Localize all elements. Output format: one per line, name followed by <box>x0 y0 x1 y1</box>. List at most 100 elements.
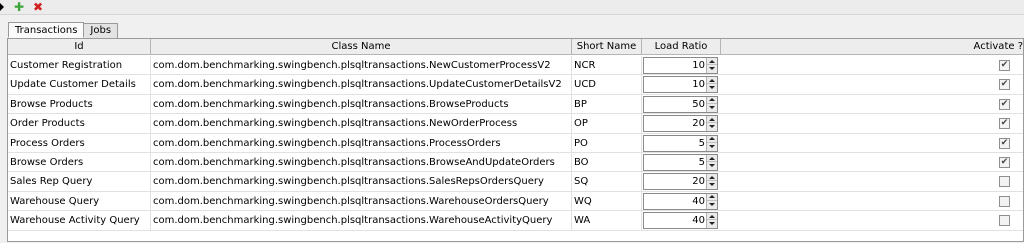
activate-checkbox[interactable] <box>999 195 1010 207</box>
column-header-id[interactable]: Id <box>8 39 151 55</box>
cell-short-name[interactable]: UCD <box>572 75 642 95</box>
load-ratio-value[interactable]: 20 <box>692 116 705 131</box>
table-row[interactable]: Warehouse Activity Query com.dom.benchmar… <box>8 211 1023 231</box>
spinner-down-icon[interactable] <box>707 162 717 169</box>
table-row[interactable]: Warehouse Query com.dom.benchmarking.swin… <box>8 191 1023 212</box>
plus-icon[interactable]: ✚ <box>13 1 25 13</box>
cell-class-name[interactable]: com.dom.benchmarking.swingbench.plsqltra… <box>151 211 572 231</box>
cell-short-name[interactable]: BP <box>572 94 642 114</box>
column-header-load-ratio[interactable]: Load Ratio <box>642 39 721 55</box>
table-row[interactable]: Browse Products com.dom.benchmarking.swin… <box>8 94 1023 115</box>
cell-short-name[interactable]: OP <box>572 114 642 134</box>
column-header-short-name[interactable]: Short Name <box>572 39 642 55</box>
spinner-up-icon[interactable] <box>707 155 717 162</box>
load-ratio-value[interactable]: 50 <box>692 97 705 112</box>
spinner-down-icon[interactable] <box>707 65 717 72</box>
spinner-up-icon[interactable] <box>707 136 717 143</box>
activate-checkbox[interactable]: ✔ <box>999 60 1010 71</box>
spinner-down-icon[interactable] <box>707 201 717 208</box>
load-ratio-spinner[interactable]: 50 <box>643 95 718 113</box>
table-row[interactable]: Browse Orders com.dom.benchmarking.swingb… <box>8 153 1023 173</box>
load-ratio-value[interactable]: 5 <box>699 136 705 151</box>
spinner-buttons <box>706 155 717 170</box>
load-ratio-spinner[interactable]: 20 <box>643 173 718 191</box>
load-ratio-spinner[interactable]: 40 <box>643 192 718 210</box>
cell-class-name[interactable]: com.dom.benchmarking.swingbench.plsqltra… <box>151 75 572 95</box>
cell-id[interactable]: Browse Products <box>8 94 151 114</box>
cell-class-name[interactable]: com.dom.benchmarking.swingbench.plsqltra… <box>151 94 572 114</box>
cell-class-name[interactable]: com.dom.benchmarking.swingbench.plsqltra… <box>151 133 572 153</box>
cell-id[interactable]: Warehouse Query <box>8 191 151 211</box>
cell-class-name[interactable]: com.dom.benchmarking.swingbench.plsqltra… <box>151 56 572 75</box>
spinner-up-icon[interactable] <box>707 58 717 65</box>
spinner-buttons <box>706 213 717 229</box>
panel-collapse-marker[interactable] <box>0 3 4 11</box>
spinner-down-icon[interactable] <box>707 123 717 130</box>
load-ratio-spinner[interactable]: 20 <box>643 115 718 133</box>
cell-id[interactable]: Order Products <box>8 114 151 134</box>
load-ratio-value[interactable]: 40 <box>692 194 705 209</box>
activate-checkbox[interactable] <box>999 176 1010 188</box>
cell-short-name[interactable]: BO <box>572 153 642 172</box>
spinner-up-icon[interactable] <box>707 194 717 201</box>
spinner-up-icon[interactable] <box>707 116 717 124</box>
spinner-up-icon[interactable] <box>707 97 717 104</box>
spinner-down-icon[interactable] <box>707 104 717 111</box>
tab-jobs[interactable]: Jobs <box>83 23 119 38</box>
load-ratio-spinner[interactable]: 40 <box>643 212 718 230</box>
cell-short-name[interactable]: NCR <box>572 56 642 75</box>
cell-class-name[interactable]: com.dom.benchmarking.swingbench.plsqltra… <box>151 191 572 211</box>
spinner-buttons <box>706 77 717 93</box>
transactions-panel: Transactions Jobs Id Class Name Short Na… <box>4 17 1024 243</box>
table-row[interactable]: Update Customer Details com.dom.benchmark… <box>8 75 1023 95</box>
activate-checkbox[interactable]: ✔ <box>999 98 1010 110</box>
load-ratio-value[interactable]: 10 <box>692 58 705 73</box>
spinner-buttons <box>706 58 717 73</box>
column-header-class-name[interactable]: Class Name <box>151 39 572 55</box>
tab-transactions[interactable]: Transactions <box>8 22 85 38</box>
cell-id[interactable]: Warehouse Activity Query <box>8 211 151 231</box>
spinner-down-icon[interactable] <box>707 181 717 188</box>
spinner-up-icon[interactable] <box>707 174 717 182</box>
activate-checkbox[interactable]: ✔ <box>999 157 1010 168</box>
table-row[interactable]: Process Orders com.dom.benchmarking.swing… <box>8 133 1023 153</box>
cell-short-name[interactable]: SQ <box>572 172 642 192</box>
spinner-down-icon[interactable] <box>707 84 717 91</box>
spinner-buttons <box>706 174 717 190</box>
load-ratio-value[interactable]: 10 <box>692 77 705 92</box>
cell-id[interactable]: Update Customer Details <box>8 75 151 95</box>
cell-short-name[interactable]: WQ <box>572 191 642 211</box>
spinner-buttons <box>706 135 717 151</box>
spinner-up-icon[interactable] <box>707 77 717 85</box>
table-row[interactable]: Order Products com.dom.benchmarking.swing… <box>8 114 1023 134</box>
toolbar: ✚ ✖ <box>0 0 1024 15</box>
load-ratio-spinner[interactable]: 5 <box>643 134 718 152</box>
load-ratio-spinner[interactable]: 10 <box>643 57 718 74</box>
cell-id[interactable]: Browse Orders <box>8 153 151 172</box>
transactions-table: Id Class Name Short Name Load Ratio Acti… <box>7 38 1024 242</box>
cell-class-name[interactable]: com.dom.benchmarking.swingbench.plsqltra… <box>151 114 572 134</box>
close-icon[interactable]: ✖ <box>32 1 44 13</box>
cell-id[interactable]: Sales Rep Query <box>8 172 151 192</box>
spinner-down-icon[interactable] <box>707 220 717 227</box>
load-ratio-spinner[interactable]: 10 <box>643 76 718 94</box>
cell-short-name[interactable]: PO <box>572 133 642 153</box>
cell-class-name[interactable]: com.dom.benchmarking.swingbench.plsqltra… <box>151 172 572 192</box>
activate-checkbox[interactable]: ✔ <box>999 137 1010 149</box>
column-header-activate[interactable]: Activate ? <box>721 39 1024 55</box>
table-row[interactable]: Customer Registration com.dom.benchmarkin… <box>8 56 1023 76</box>
spinner-down-icon[interactable] <box>707 143 717 150</box>
table-row[interactable]: Sales Rep Query com.dom.benchmarking.swin… <box>8 172 1023 192</box>
cell-id[interactable]: Customer Registration <box>8 56 151 75</box>
load-ratio-value[interactable]: 40 <box>692 213 705 228</box>
activate-checkbox[interactable]: ✔ <box>999 79 1010 91</box>
load-ratio-value[interactable]: 20 <box>692 174 705 189</box>
activate-checkbox[interactable] <box>999 215 1010 227</box>
cell-short-name[interactable]: WA <box>572 211 642 231</box>
spinner-up-icon[interactable] <box>707 213 717 221</box>
activate-checkbox[interactable]: ✔ <box>999 118 1010 130</box>
load-ratio-value[interactable]: 5 <box>699 155 705 170</box>
cell-class-name[interactable]: com.dom.benchmarking.swingbench.plsqltra… <box>151 153 572 172</box>
load-ratio-spinner[interactable]: 5 <box>643 154 718 171</box>
cell-id[interactable]: Process Orders <box>8 133 151 153</box>
